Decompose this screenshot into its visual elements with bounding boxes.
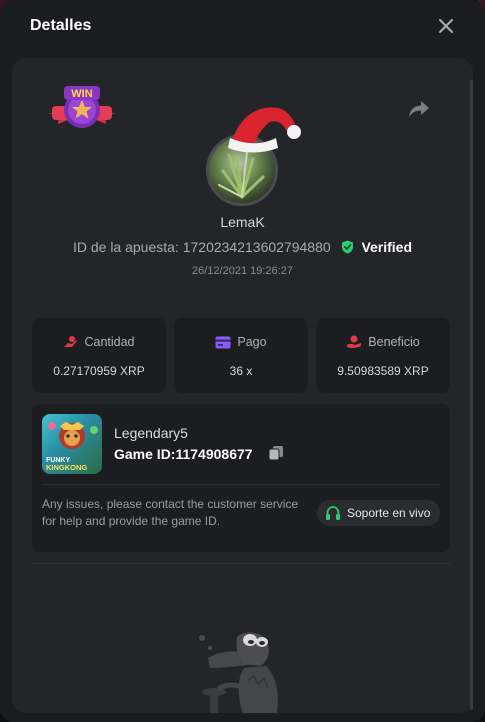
close-button[interactable] xyxy=(436,16,456,36)
win-badge-label: WIN xyxy=(71,88,92,100)
stat-payout: Pago 36 x xyxy=(174,318,308,393)
stats-row: Cantidad 0.27170959 XRP Pago 36 x Benefi… xyxy=(32,318,451,393)
santa-hat-icon xyxy=(228,107,301,153)
details-modal: Detalles WIN LemaK ID de la apuesta: 172… xyxy=(0,0,485,722)
stat-amount-label-row: Cantidad xyxy=(32,335,166,349)
stat-profit: Beneficio 9.50983589 XRP xyxy=(316,318,450,393)
verified-label: Verified xyxy=(361,239,413,255)
username: LemaK xyxy=(220,214,265,230)
divider xyxy=(42,484,440,485)
live-support-label: Soporte en vivo xyxy=(347,506,431,520)
card-icon xyxy=(215,336,231,349)
bet-id-value: 1720234213602794880 xyxy=(182,239,331,255)
crocodile-mascot-icon xyxy=(199,632,278,713)
stat-payout-label: Pago xyxy=(237,335,267,349)
stat-profit-label-row: Beneficio xyxy=(316,335,450,349)
game-thumbnail-image-icon: FUNKY KINGKONG xyxy=(46,422,98,472)
close-icon xyxy=(438,18,454,34)
profit-hand-icon xyxy=(347,335,362,349)
headset-icon xyxy=(326,506,340,520)
stat-amount: Cantidad 0.27170959 XRP xyxy=(32,318,166,393)
game-thumbnail[interactable]: FUNKY KINGKONG xyxy=(42,414,102,474)
stat-payout-label-row: Pago xyxy=(174,335,308,349)
scrollbar[interactable] xyxy=(470,80,473,710)
game-name: Legendary5 xyxy=(114,425,188,441)
copy-icon[interactable] xyxy=(268,445,284,461)
verified-shield-icon xyxy=(341,240,353,254)
stat-amount-label: Cantidad xyxy=(84,335,135,349)
stat-profit-value: 9.50983589 XRP xyxy=(337,364,429,378)
win-badge-icon: WIN xyxy=(48,86,116,128)
game-thumbnail-label: KINGKONG xyxy=(46,463,87,472)
live-support-button[interactable]: Soporte en vivo xyxy=(317,500,441,526)
stat-payout-value: 36 x xyxy=(229,364,253,378)
game-id: Game ID:1174908677 xyxy=(114,446,253,462)
details-panel: WIN LemaK ID de la apuesta: 172023421360… xyxy=(12,58,473,713)
coin-hand-icon xyxy=(64,336,78,347)
share-icon[interactable] xyxy=(407,98,431,120)
game-id-value: 1174908677 xyxy=(175,446,253,462)
game-id-label: Game ID: xyxy=(114,446,176,462)
stat-profit-label: Beneficio xyxy=(368,335,420,349)
game-card: FUNKY KINGKONG Legendary5 Game ID:117490… xyxy=(32,404,450,552)
avatar-group xyxy=(202,96,312,206)
stat-amount-value: 0.27170959 XRP xyxy=(53,364,145,378)
bet-id-row: ID de la apuesta: 1720234213602794880 Ve… xyxy=(12,239,473,255)
help-text: Any issues, please contact the customer … xyxy=(42,497,299,528)
section-divider xyxy=(32,563,450,564)
modal-title: Detalles xyxy=(30,17,92,34)
bet-date: 26/12/2021 19:26:27 xyxy=(192,265,293,277)
bet-id-label: ID de la apuesta: xyxy=(72,239,179,255)
